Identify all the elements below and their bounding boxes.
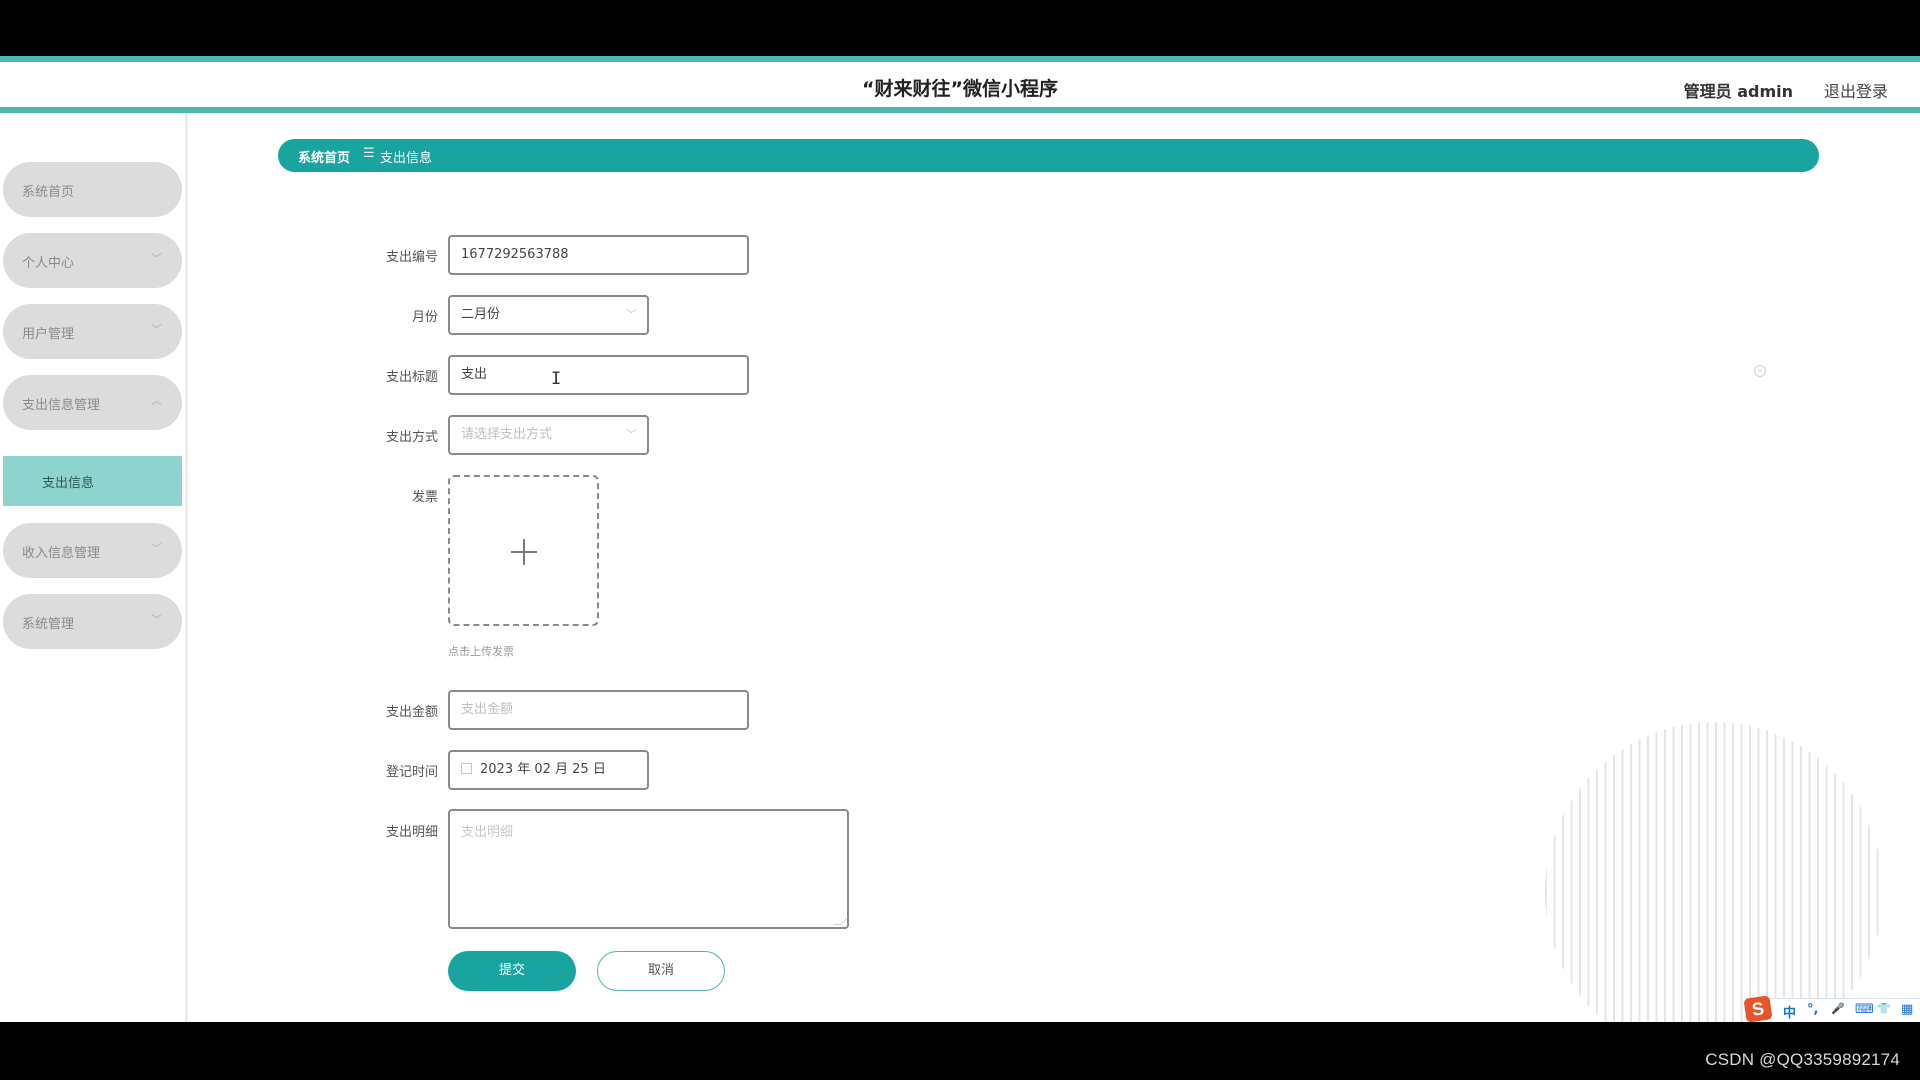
resize-handle-icon[interactable] bbox=[833, 917, 849, 925]
invoice-label: 发票 bbox=[411, 490, 438, 505]
detail-placeholder: 支出明细 bbox=[461, 825, 514, 840]
calendar-icon bbox=[461, 763, 472, 774]
title-label: 支出标题 bbox=[385, 370, 438, 385]
sidebar-item-user-management[interactable]: 用户管理 ﹀ bbox=[3, 304, 182, 359]
breadcrumb-home[interactable]: 系统首页 bbox=[298, 147, 350, 166]
app-window: “财来财往”微信小程序 管理员 admin 退出登录 系统首页 个人中心 ﹀ 用… bbox=[0, 56, 1920, 1022]
decorative-striped-circle bbox=[1545, 722, 1883, 1022]
invoice-upload-tip: 点击上传发票 bbox=[448, 645, 514, 658]
method-select-placeholder: 请选择支出方式 bbox=[461, 427, 553, 442]
chevron-down-icon: ﹀ bbox=[151, 613, 162, 626]
sidebar-item-income-management[interactable]: 收入信息管理 ﹀ bbox=[3, 523, 182, 578]
expense-no-label: 支出编号 bbox=[385, 250, 438, 265]
submit-button[interactable]: 提交 bbox=[448, 951, 576, 991]
sidebar-item-label: 用户管理 bbox=[22, 327, 75, 342]
method-label: 支出方式 bbox=[385, 430, 438, 445]
breadcrumb: 系统首页 ☰ 支出信息 bbox=[278, 139, 1819, 172]
microphone-icon[interactable]: 🎤 bbox=[1831, 1002, 1845, 1015]
skin-shirt-icon[interactable]: 👕 bbox=[1877, 1002, 1891, 1015]
ime-toolbar: S 中 °, 🎤 ⌨ 👕 ▦ bbox=[1743, 995, 1920, 1022]
sidebar-item-expense-management[interactable]: 支出信息管理 ︿ bbox=[3, 375, 182, 430]
keyboard-icon[interactable]: ⌨ bbox=[1855, 1002, 1874, 1017]
text-cursor-icon: I bbox=[551, 369, 562, 389]
month-select-value: 二月份 bbox=[461, 307, 501, 322]
method-select[interactable]: 请选择支出方式 ﹀ bbox=[448, 415, 649, 455]
sogou-logo-icon[interactable]: S bbox=[1743, 995, 1773, 1022]
month-select[interactable]: 二月份 ﹀ bbox=[448, 295, 649, 335]
watermark-text: CSDN @QQ3359892174 bbox=[1705, 1050, 1900, 1069]
screen-top-bar bbox=[0, 0, 1920, 56]
reg-time-label: 登记时间 bbox=[385, 765, 438, 780]
close-circle-icon[interactable]: × bbox=[1754, 365, 1766, 377]
breadcrumb-current: 支出信息 bbox=[380, 151, 433, 166]
ime-punctuation-icon[interactable]: °, bbox=[1807, 1002, 1818, 1017]
amount-label: 支出金额 bbox=[385, 705, 438, 720]
month-label: 月份 bbox=[411, 310, 438, 325]
detail-textarea[interactable]: 支出明细 bbox=[448, 809, 849, 929]
header: “财来财往”微信小程序 管理员 admin 退出登录 bbox=[0, 56, 1920, 113]
chevron-down-icon: ﹀ bbox=[151, 252, 162, 265]
screen-bottom-bar bbox=[0, 1022, 1920, 1080]
amount-input[interactable]: 支出金额 bbox=[448, 690, 749, 730]
sidebar-item-home[interactable]: 系统首页 bbox=[3, 162, 182, 217]
sidebar: 系统首页 个人中心 ﹀ 用户管理 ﹀ 支出信息管理 ︿ 支出信息 收入信息管理 … bbox=[0, 113, 188, 1022]
chevron-down-icon: ﹀ bbox=[626, 308, 637, 321]
plus-icon-vertical bbox=[523, 539, 525, 565]
chevron-up-icon: ︿ bbox=[151, 394, 162, 407]
sidebar-item-label: 收入信息管理 bbox=[22, 546, 101, 561]
sidebar-item-label: 支出信息管理 bbox=[22, 398, 101, 413]
detail-label: 支出明细 bbox=[385, 825, 438, 840]
chevron-down-icon: ﹀ bbox=[151, 323, 162, 336]
reg-time-value: 2023 年 02 月 25 日 bbox=[480, 762, 606, 777]
sidebar-subitem-label: 支出信息 bbox=[42, 476, 95, 491]
current-user: 管理员 admin bbox=[1683, 82, 1793, 101]
reg-time-datepicker[interactable]: 2023 年 02 月 25 日 bbox=[448, 750, 649, 790]
title-input[interactable]: 支出 bbox=[448, 355, 749, 395]
sidebar-item-personal-center[interactable]: 个人中心 ﹀ bbox=[3, 233, 182, 288]
expense-no-input[interactable]: 1677292563788 bbox=[448, 235, 749, 275]
invoice-upload[interactable] bbox=[448, 475, 599, 626]
sidebar-subitem-expense-info[interactable]: 支出信息 bbox=[3, 456, 182, 506]
sidebar-item-system-management[interactable]: 系统管理 ﹀ bbox=[3, 594, 182, 649]
breadcrumb-separator-icon: ☰ bbox=[363, 146, 375, 161]
sidebar-item-label: 个人中心 bbox=[22, 256, 75, 271]
chevron-down-icon: ﹀ bbox=[151, 542, 162, 555]
toolbox-grid-icon[interactable]: ▦ bbox=[1901, 1002, 1913, 1017]
sidebar-item-label: 系统管理 bbox=[22, 617, 75, 632]
chevron-down-icon: ﹀ bbox=[626, 428, 637, 441]
logout-link[interactable]: 退出登录 bbox=[1824, 78, 1888, 102]
sidebar-item-label: 系统首页 bbox=[22, 185, 75, 200]
app-title: “财来财往”微信小程序 bbox=[862, 78, 1058, 100]
cancel-button[interactable]: 取消 bbox=[597, 951, 725, 991]
ime-chinese-mode-icon[interactable]: 中 bbox=[1783, 1002, 1796, 1021]
